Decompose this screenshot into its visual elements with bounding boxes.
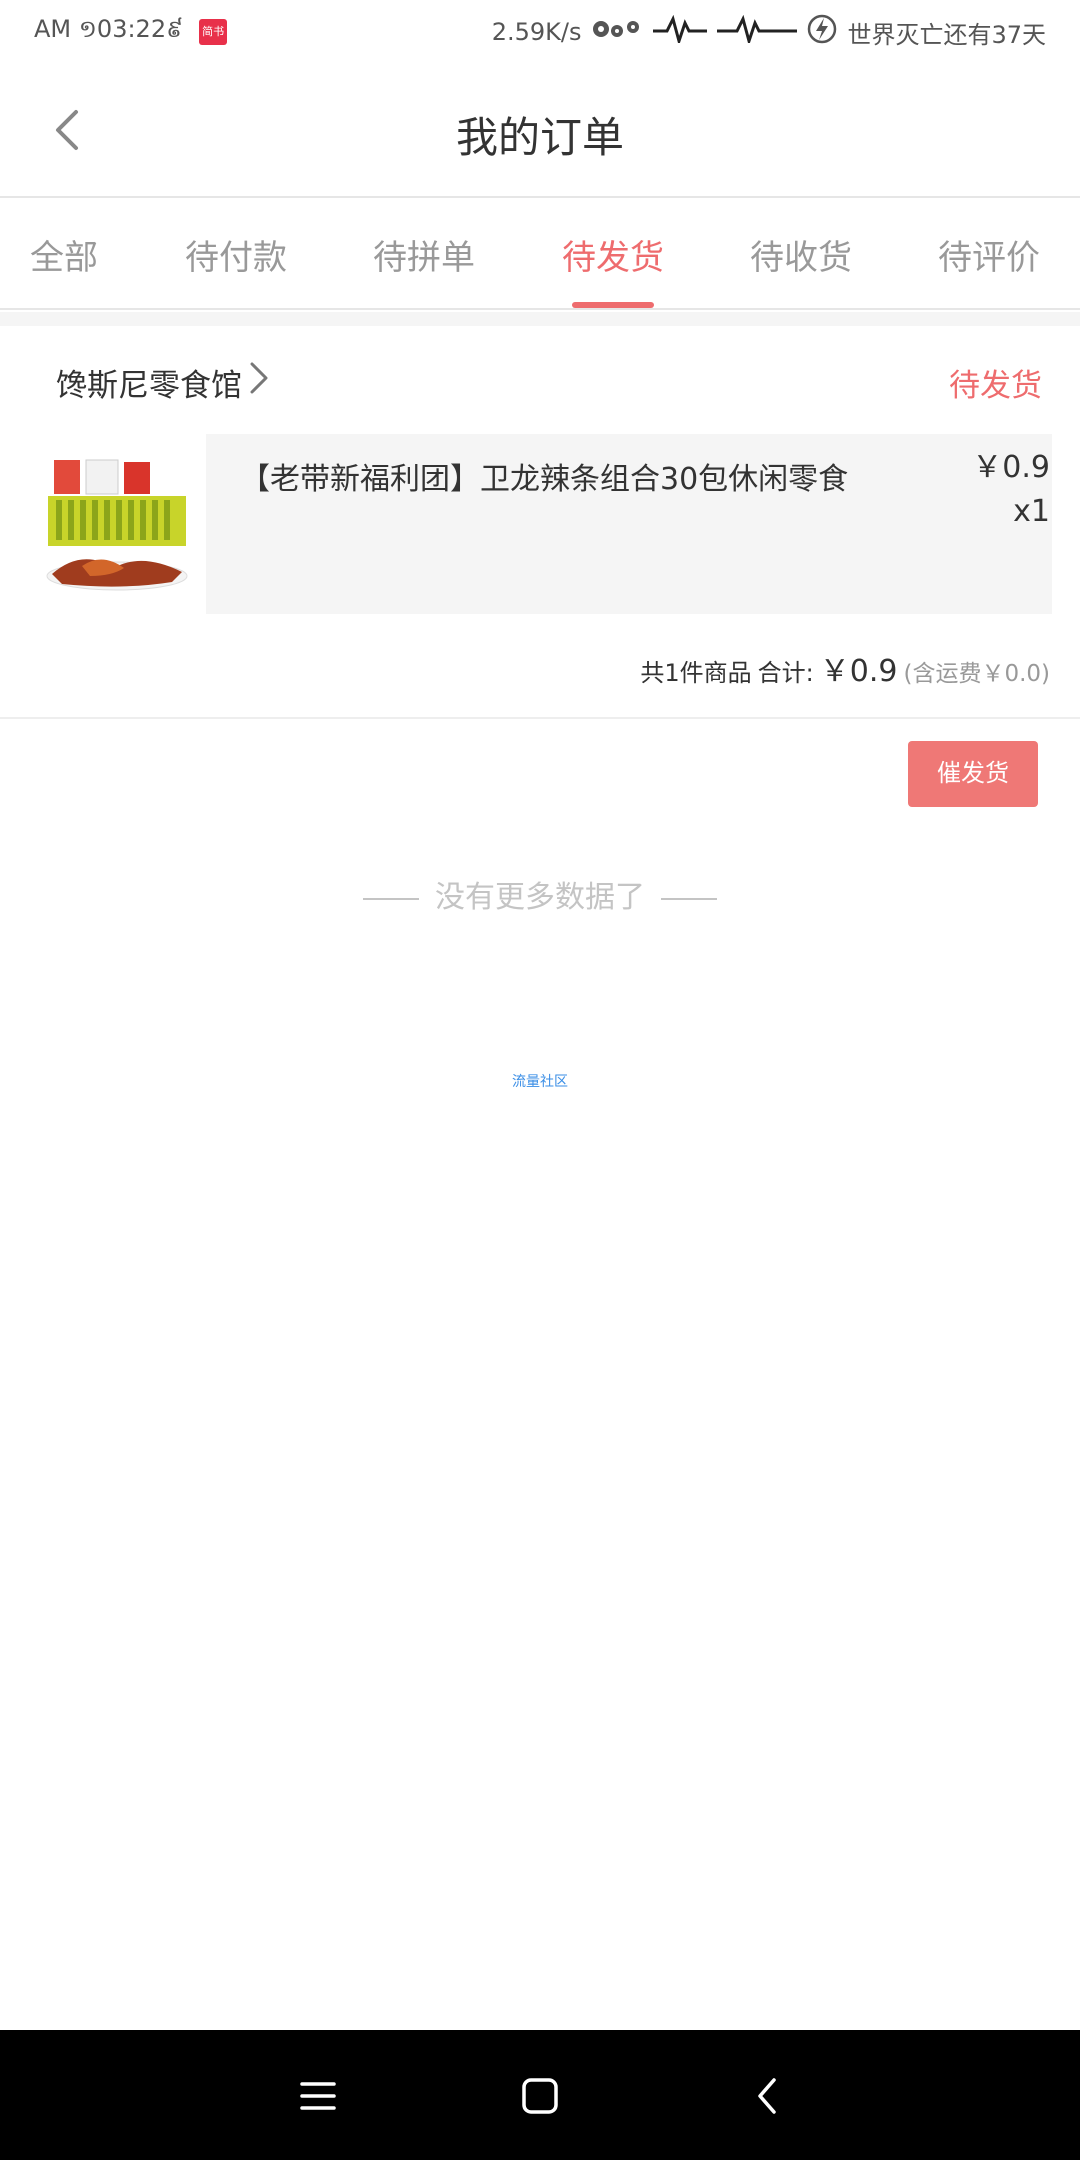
order-status: 待发货	[949, 368, 1042, 404]
doomsday-countdown: 世界灭亡还有37天	[847, 20, 1046, 49]
urge-shipment-button[interactable]: 催发货	[908, 741, 1038, 807]
back-icon	[758, 2078, 776, 2114]
app-notification-icon: 简书	[199, 18, 228, 45]
order-item[interactable]: 【老带新福利团】卫龙辣条组合30包休闲零食 ￥0.9 x1	[206, 434, 1052, 614]
divider-line	[661, 897, 717, 900]
nav-back-button[interactable]	[746, 2074, 790, 2118]
status-bar-right: 2.59K/s 世界灭亡还有37天	[492, 14, 1046, 50]
pulse-long-icon	[717, 14, 798, 49]
active-tab-indicator	[572, 302, 654, 308]
tab-pending-group[interactable]: 待拼单	[344, 230, 504, 279]
tab-pending-payment[interactable]: 待付款	[156, 230, 316, 279]
tab-pending-shipment[interactable]: 待发货	[533, 230, 693, 279]
menu-icon	[300, 2082, 336, 2110]
tab-all[interactable]: 全部	[0, 230, 144, 279]
total-label: 合计:	[757, 659, 814, 687]
shop-name[interactable]: 馋斯尼零食馆	[56, 360, 242, 405]
product-thumbnail[interactable]	[42, 456, 192, 596]
order-summary: 共1件商品 合计: ￥0.9 (含运费￥0.0)	[640, 646, 1050, 690]
divider	[0, 717, 1080, 719]
home-icon	[522, 2078, 558, 2114]
product-quantity: x1	[1013, 494, 1050, 529]
tab-pending-receipt[interactable]: 待收货	[721, 230, 881, 279]
clock: AM ១03:22៩	[34, 15, 184, 43]
flower-icon	[591, 16, 643, 48]
order-total: ￥0.9	[819, 654, 898, 689]
community-link[interactable]: 流量社区	[0, 1071, 1080, 1091]
page-title: 我的订单	[455, 113, 624, 162]
end-of-list: 没有更多数据了	[0, 872, 1080, 916]
status-bar-left: AM ១03:22៩ 简书	[34, 14, 228, 49]
system-nav-bar	[0, 2030, 1080, 2160]
tab-pending-review[interactable]: 待评价	[909, 230, 1069, 279]
network-speed: 2.59K/s	[491, 18, 582, 46]
home-button[interactable]	[518, 2074, 562, 2118]
menu-button[interactable]	[296, 2074, 340, 2118]
product-price: ￥0.9	[972, 450, 1050, 485]
order-tabs: 全部 待付款 待拼单 待发货 待收货 待评价	[0, 200, 1080, 310]
chevron-right-icon	[250, 362, 268, 394]
section-gap	[0, 312, 1080, 326]
item-count: 共1件商品	[640, 659, 752, 687]
divider-line	[363, 897, 419, 900]
product-name: 【老带新福利团】卫龙辣条组合30包休闲零食	[240, 462, 849, 497]
status-bar: AM ១03:22៩ 简书 2.59K/s 世界灭亡还有37天	[0, 0, 1080, 64]
pulse-icon	[653, 14, 708, 49]
shop-header[interactable]: 馋斯尼零食馆 待发货	[0, 340, 1080, 420]
app-header: 我的订单	[0, 64, 1080, 198]
lightning-icon	[807, 14, 837, 50]
no-more-text: 没有更多数据了	[435, 880, 645, 915]
shipping-fee: (含运费￥0.0)	[903, 661, 1050, 687]
